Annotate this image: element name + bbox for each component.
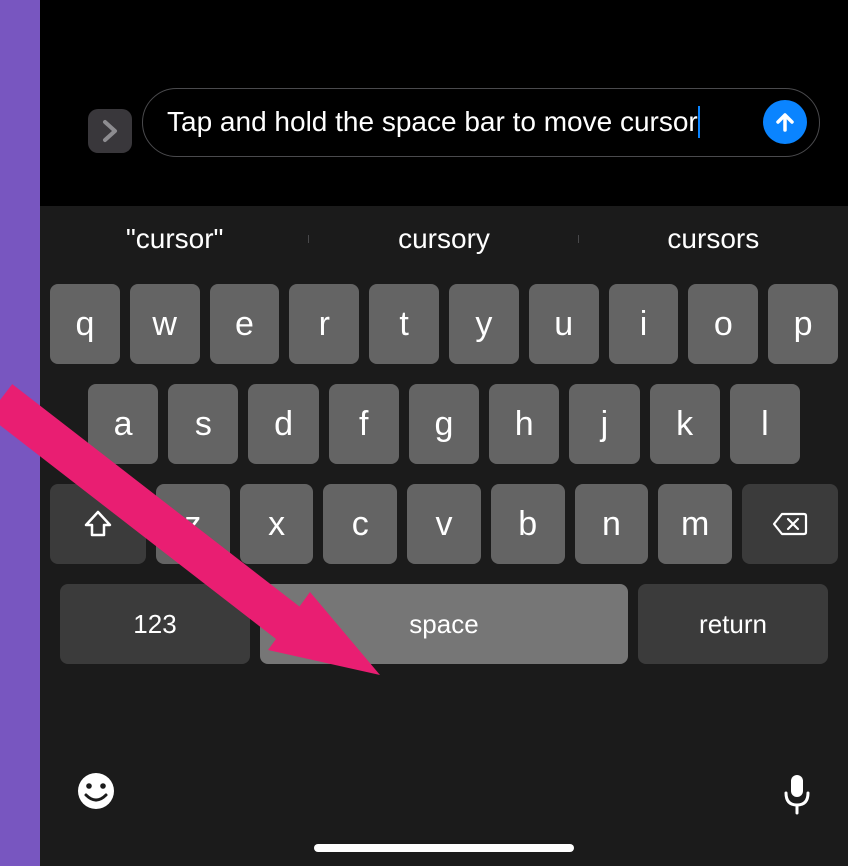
message-input[interactable]: Tap and hold the space bar to move curso…	[142, 88, 820, 157]
emoji-button[interactable]	[76, 771, 116, 821]
arrow-up-icon	[774, 111, 796, 133]
key-row-3: z x c v b n m	[50, 484, 838, 564]
suggestion-1[interactable]: "cursor"	[40, 223, 309, 255]
key-row-2: a s d f g h j k l	[50, 384, 838, 464]
home-indicator[interactable]	[314, 844, 574, 852]
key-g[interactable]: g	[409, 384, 479, 464]
key-e[interactable]: e	[210, 284, 280, 364]
key-f[interactable]: f	[329, 384, 399, 464]
key-u[interactable]: u	[529, 284, 599, 364]
key-d[interactable]: d	[248, 384, 318, 464]
key-y[interactable]: y	[449, 284, 519, 364]
expand-button[interactable]	[88, 109, 132, 153]
key-shift[interactable]	[50, 484, 146, 564]
suggestion-2[interactable]: cursory	[309, 223, 578, 255]
key-c[interactable]: c	[323, 484, 397, 564]
key-rows: q w e r t y u i o p a s d f g h j k l	[40, 272, 848, 664]
key-backspace[interactable]	[742, 484, 838, 564]
key-return[interactable]: return	[638, 584, 828, 664]
key-v[interactable]: v	[407, 484, 481, 564]
suggestion-3[interactable]: cursors	[579, 223, 848, 255]
key-w[interactable]: w	[130, 284, 200, 364]
key-row-4: 123 space return	[50, 584, 838, 664]
main-content: Tap and hold the space bar to move curso…	[40, 0, 848, 866]
key-n[interactable]: n	[575, 484, 649, 564]
key-x[interactable]: x	[240, 484, 314, 564]
key-p[interactable]: p	[768, 284, 838, 364]
key-t[interactable]: t	[369, 284, 439, 364]
keyboard: "cursor" cursory cursors q w e r t y u i…	[40, 206, 848, 866]
key-numbers[interactable]: 123	[60, 584, 250, 664]
backspace-icon	[772, 511, 808, 537]
key-q[interactable]: q	[50, 284, 120, 364]
key-r[interactable]: r	[289, 284, 359, 364]
key-space[interactable]: space	[260, 584, 628, 664]
key-k[interactable]: k	[650, 384, 720, 464]
key-b[interactable]: b	[491, 484, 565, 564]
sidebar-accent	[0, 0, 40, 866]
text-cursor	[698, 106, 700, 138]
key-l[interactable]: l	[730, 384, 800, 464]
key-j[interactable]: j	[569, 384, 639, 464]
suggestion-bar: "cursor" cursory cursors	[40, 206, 848, 272]
microphone-icon	[782, 773, 812, 815]
message-input-row: Tap and hold the space bar to move curso…	[88, 88, 820, 157]
send-button[interactable]	[763, 100, 807, 144]
key-s[interactable]: s	[168, 384, 238, 464]
shift-icon	[82, 509, 114, 539]
message-text: Tap and hold the space bar to move curso…	[167, 106, 698, 137]
key-a[interactable]: a	[88, 384, 158, 464]
chevron-right-icon	[100, 119, 120, 143]
key-z[interactable]: z	[156, 484, 230, 564]
key-o[interactable]: o	[688, 284, 758, 364]
key-i[interactable]: i	[609, 284, 679, 364]
key-h[interactable]: h	[489, 384, 559, 464]
dictation-button[interactable]	[782, 773, 812, 820]
emoji-icon	[76, 771, 116, 811]
key-m[interactable]: m	[658, 484, 732, 564]
key-row-1: q w e r t y u i o p	[50, 284, 838, 364]
